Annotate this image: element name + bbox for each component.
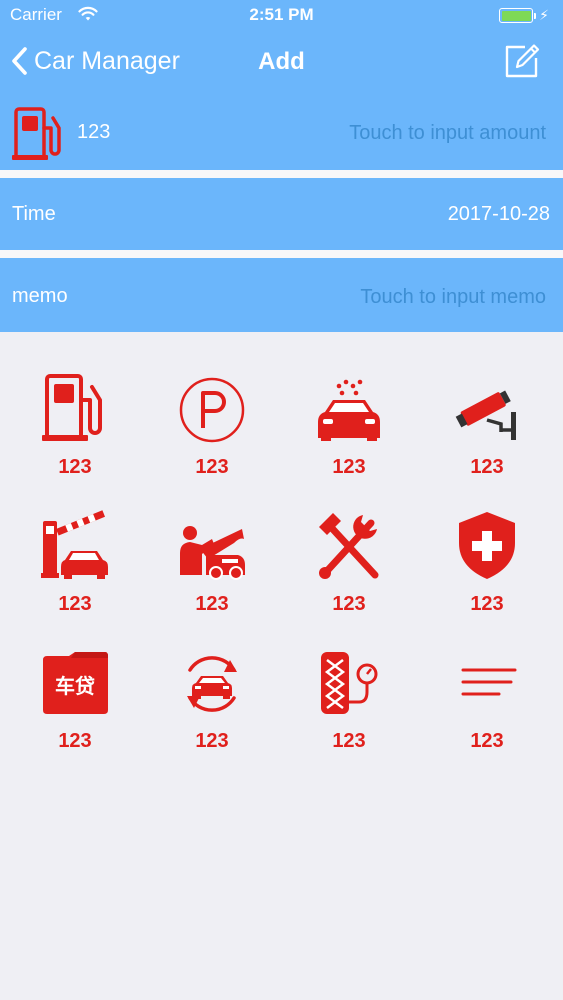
category-parking[interactable]: 123: [162, 370, 262, 486]
category-label: 123: [195, 593, 229, 615]
charging-icon: ⚡: [539, 7, 549, 23]
category-car-loan[interactable]: 车贷 123: [25, 644, 125, 760]
memo-input[interactable]: [244, 280, 548, 314]
car-wash-icon: [318, 379, 380, 441]
divider: [0, 170, 563, 178]
memo-label: memo: [12, 285, 68, 307]
navigation-bar: Car Manager Add: [0, 32, 563, 96]
category-label: 123: [195, 730, 229, 752]
status-time: 2:51 PM: [249, 5, 314, 24]
page-title: Add: [258, 48, 305, 75]
tire-pressure-icon: [321, 652, 378, 714]
car-maintenance-icon: [187, 656, 237, 712]
memo-row: memo: [0, 258, 563, 332]
category-label: 123: [332, 730, 366, 752]
fuel-pump-icon: [12, 106, 66, 168]
category-insurance[interactable]: 123: [437, 507, 537, 623]
amount-input[interactable]: [244, 116, 548, 150]
edit-icon: [505, 44, 540, 78]
category-label: 123: [332, 593, 366, 615]
category-maintenance[interactable]: 123: [162, 644, 262, 760]
category-label: 123: [58, 456, 92, 478]
category-label: 123: [195, 456, 229, 478]
battery-level: [501, 10, 531, 21]
car-repair-icon: [180, 526, 245, 580]
other-menu-icon: [461, 668, 517, 696]
amount-category-label: 123: [77, 121, 111, 143]
car-loan-folder-icon: 车贷: [43, 652, 108, 714]
category-other[interactable]: 123: [437, 644, 537, 760]
tools-icon: [319, 513, 379, 579]
category-car-wash[interactable]: 123: [299, 370, 399, 486]
status-bar: Carrier 2:51 PM ⚡: [0, 0, 563, 32]
parking-icon: [179, 377, 245, 443]
category-fuel[interactable]: 123: [25, 370, 125, 486]
category-repair[interactable]: 123: [162, 507, 262, 623]
traffic-camera-icon: [455, 390, 516, 440]
car-loan-text: 车贷: [55, 674, 95, 698]
category-label: 123: [470, 730, 504, 752]
category-tire[interactable]: 123: [299, 644, 399, 760]
fuel-pump-icon: [42, 374, 102, 441]
battery-icon: ⚡: [499, 7, 549, 24]
category-label: 123: [332, 456, 366, 478]
time-row[interactable]: Time 2017-10-28: [0, 178, 563, 250]
category-tools[interactable]: 123: [299, 507, 399, 623]
insurance-shield-icon: [459, 512, 515, 579]
time-label: Time: [12, 203, 56, 225]
toll-gate-icon: [41, 510, 108, 579]
category-label: 123: [470, 593, 504, 615]
category-traffic-violation[interactable]: 123: [437, 370, 537, 486]
date-value[interactable]: 2017-10-28: [448, 203, 550, 226]
category-label: 123: [470, 456, 504, 478]
amount-row: 123: [0, 96, 563, 170]
category-toll[interactable]: 123: [25, 507, 125, 623]
divider: [0, 250, 563, 258]
category-label: 123: [58, 730, 92, 752]
edit-button[interactable]: [503, 42, 541, 85]
category-label: 123: [58, 593, 92, 615]
